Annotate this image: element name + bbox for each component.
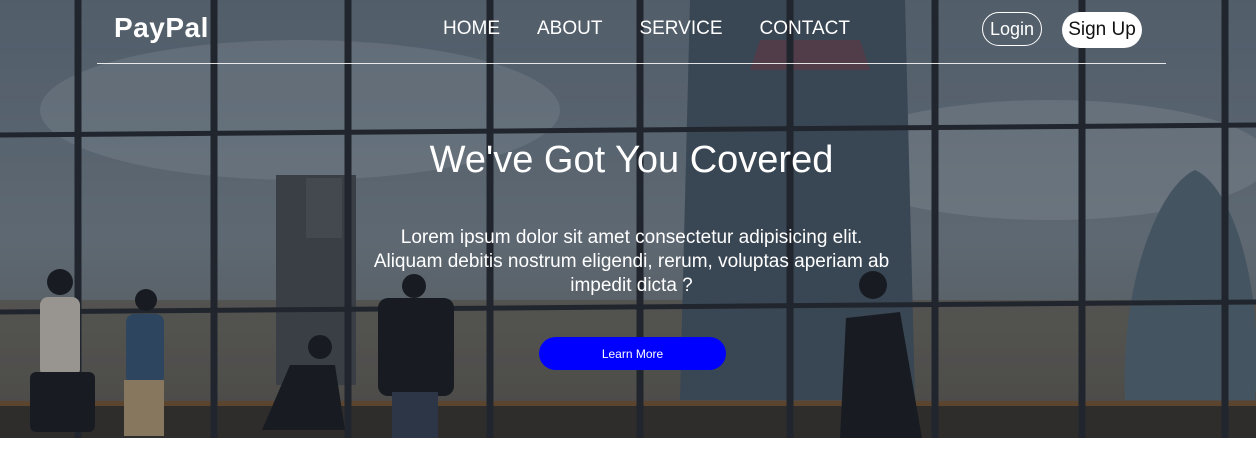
- nav-links: HOME ABOUT SERVICE CONTACT: [443, 18, 887, 40]
- login-button[interactable]: Login: [982, 12, 1042, 46]
- nav-link-home[interactable]: HOME: [443, 18, 500, 40]
- nav-divider: [97, 63, 1166, 64]
- signup-button[interactable]: Sign Up: [1062, 12, 1142, 48]
- learn-more-button[interactable]: Learn More: [539, 337, 726, 370]
- hero-section: PayPal HOME ABOUT SERVICE CONTACT Login …: [0, 0, 1256, 438]
- nav-link-service[interactable]: SERVICE: [639, 18, 722, 40]
- nav-link-contact[interactable]: CONTACT: [760, 18, 850, 40]
- hero-overlay: [0, 0, 1256, 438]
- logo[interactable]: PayPal: [114, 12, 209, 44]
- nav-link-about[interactable]: ABOUT: [537, 18, 602, 40]
- hero-description: Lorem ipsum dolor sit amet consectetur a…: [373, 227, 890, 296]
- navbar: PayPal HOME ABOUT SERVICE CONTACT Login …: [0, 0, 1256, 64]
- hero-title: We've Got You Covered: [429, 139, 834, 181]
